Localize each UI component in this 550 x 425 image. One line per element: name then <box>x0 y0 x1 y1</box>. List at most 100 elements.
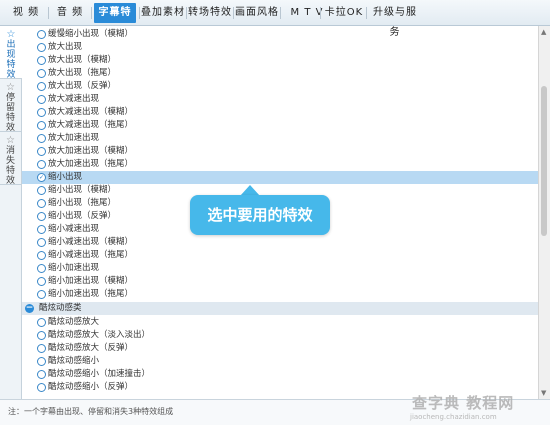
tab-divider <box>91 7 92 19</box>
sidebar-item-label: 出现特效 <box>6 40 16 80</box>
list-item-label: 酷炫动感放大（反弹） <box>48 343 134 353</box>
sidebar-item-appear-effects[interactable]: ☆ 出现特效 <box>0 26 22 80</box>
list-item-label: 缩小减速出现（模糊） <box>48 237 134 247</box>
watermark-url: jiaocheng.chazidian.com <box>410 413 497 421</box>
radio-circle-icon <box>37 238 46 247</box>
list-item[interactable]: 放大出现（反弹） <box>22 80 538 93</box>
list-item[interactable]: 缩小加速出现（模糊） <box>22 275 538 288</box>
radio-circle-icon <box>37 212 46 221</box>
list-item-label: 放大出现（拖尾） <box>48 68 117 78</box>
list-item-label: 酷炫动感缩小 <box>48 356 100 366</box>
star-icon: ☆ <box>6 29 16 40</box>
list-item[interactable]: 缩小减速出现（拖尾） <box>22 249 538 262</box>
radio-circle-icon <box>37 147 46 156</box>
radio-circle-icon <box>37 43 46 52</box>
list-item[interactable]: 缩小加速出现（拖尾） <box>22 288 538 301</box>
scroll-down-arrow-icon[interactable]: ▼ <box>541 389 546 397</box>
list-item-label: 缓慢缩小出现（模糊） <box>48 29 134 39</box>
radio-circle-icon <box>37 331 46 340</box>
list-item-label: 缩小出现（拖尾） <box>48 198 117 208</box>
tab-video[interactable]: 视 频 <box>8 3 44 23</box>
list-item-label: 缩小加速出现（模糊） <box>48 276 134 286</box>
list-item-label: 放大减速出现（模糊） <box>48 107 134 117</box>
tab-divider <box>280 7 281 19</box>
tab-subtitle-effects[interactable]: 字幕特效 <box>94 3 136 38</box>
tab-divider <box>186 7 187 19</box>
list-item-label: 酷炫动感缩小（加速撞击） <box>48 369 151 379</box>
radio-circle-icon <box>37 370 46 379</box>
list-item-label: 放大减速出现（拖尾） <box>48 120 134 130</box>
radio-circle-icon <box>37 225 46 234</box>
sidebar-item-stay-effects[interactable]: ☆ 停留特效 <box>0 79 21 133</box>
radio-circle-icon <box>37 69 46 78</box>
list-item-label: 缩小出现（模糊） <box>48 185 117 195</box>
radio-circle-icon <box>37 30 46 39</box>
list-item[interactable]: 放大减速出现 <box>22 93 538 106</box>
list-item-label: 放大加速出现（模糊） <box>48 146 134 156</box>
list-item-label: 缩小减速出现 <box>48 224 100 234</box>
list-item[interactable]: 放大加速出现（模糊） <box>22 145 538 158</box>
watermark: 查字典 教程网 <box>412 394 515 412</box>
list-item-label: 缩小加速出现（拖尾） <box>48 289 134 299</box>
list-item[interactable]: 缩小加速出现 <box>22 262 538 275</box>
list-item[interactable]: 酷炫动感放大 <box>22 316 538 329</box>
list-item[interactable]: 酷炫动感缩小 <box>22 355 538 368</box>
star-icon: ☆ <box>6 82 15 93</box>
list-item[interactable]: 缓慢缩小出现（模糊） <box>22 28 538 41</box>
tab-audio[interactable]: 音 频 <box>52 3 88 23</box>
list-item[interactable]: 放大减速出现（模糊） <box>22 106 538 119</box>
list-item-label: 酷炫动感放大（淡入淡出） <box>48 330 151 340</box>
scroll-up-arrow-icon[interactable]: ▲ <box>541 28 546 36</box>
radio-circle-icon <box>37 186 46 195</box>
list-item-label: 酷炫动感缩小（反弹） <box>48 382 134 392</box>
tab-upgrade-service[interactable]: 升级与服务 <box>368 3 422 38</box>
list-item[interactable]: 缩小减速出现（模糊） <box>22 236 538 249</box>
sidebar-item-disappear-effects[interactable]: ☆ 消失特效 <box>0 132 21 186</box>
radio-circle-icon <box>37 108 46 117</box>
tab-karaoke[interactable]: 卡拉OK <box>324 3 364 23</box>
list-item[interactable]: 放大加速出现 <box>22 132 538 145</box>
list-item-label: 放大出现 <box>48 42 83 52</box>
list-item[interactable]: 放大减速出现（拖尾） <box>22 119 538 132</box>
check-circle-icon: ✓ <box>37 173 46 182</box>
list-item[interactable]: 酷炫动感缩小（加速撞击） <box>22 368 538 381</box>
radio-circle-icon <box>37 56 46 65</box>
category-group-header[interactable]: − 酷炫动感类 <box>22 302 538 315</box>
tab-picture-style[interactable]: 画面风格 <box>235 3 279 23</box>
tab-transition-effects[interactable]: 转场特效 <box>188 3 232 23</box>
tab-overlay-material[interactable]: 叠加素材 <box>141 3 185 23</box>
radio-circle-icon <box>37 121 46 130</box>
list-item-selected[interactable]: ✓ 缩小出现 <box>22 171 538 184</box>
list-item[interactable]: 放大出现 <box>22 41 538 54</box>
radio-circle-icon <box>37 277 46 286</box>
list-item[interactable]: 酷炫动感放大（反弹） <box>22 342 538 355</box>
group-label: 酷炫动感类 <box>39 303 82 313</box>
list-item-label: 缩小加速出现 <box>48 263 100 273</box>
radio-circle-icon <box>37 264 46 273</box>
effect-category-sidebar: ☆ 出现特效 ☆ 停留特效 ☆ 消失特效 <box>0 26 22 399</box>
list-item-label: 放大加速出现（拖尾） <box>48 159 134 169</box>
tab-divider <box>139 7 140 19</box>
tab-divider <box>48 7 49 19</box>
radio-circle-icon <box>37 199 46 208</box>
list-item-label: 放大减速出现 <box>48 94 100 104</box>
list-item[interactable]: 放大出现（模糊） <box>22 54 538 67</box>
list-item-label: 放大出现（反弹） <box>48 81 117 91</box>
list-item-label: 缩小出现（反弹） <box>48 211 117 221</box>
list-item-label: 放大出现（模糊） <box>48 55 117 65</box>
radio-circle-icon <box>37 290 46 299</box>
list-item[interactable]: 放大出现（拖尾） <box>22 67 538 80</box>
radio-circle-icon <box>37 357 46 366</box>
list-item[interactable]: 放大加速出现（拖尾） <box>22 158 538 171</box>
list-item-label: 酷炫动感放大 <box>48 317 100 327</box>
footer-note: 注：一个字幕由出现、停留和消失3种特效组成 <box>8 407 174 416</box>
tab-divider <box>233 7 234 19</box>
collapse-minus-icon[interactable]: − <box>25 304 34 313</box>
radio-circle-icon <box>37 82 46 91</box>
tab-divider <box>320 7 321 19</box>
radio-circle-icon <box>37 383 46 392</box>
radio-circle-icon <box>37 251 46 260</box>
list-item[interactable]: 酷炫动感放大（淡入淡出） <box>22 329 538 342</box>
vertical-scrollbar[interactable]: ▲ ▼ <box>538 26 550 399</box>
scrollbar-thumb[interactable] <box>541 86 547 236</box>
